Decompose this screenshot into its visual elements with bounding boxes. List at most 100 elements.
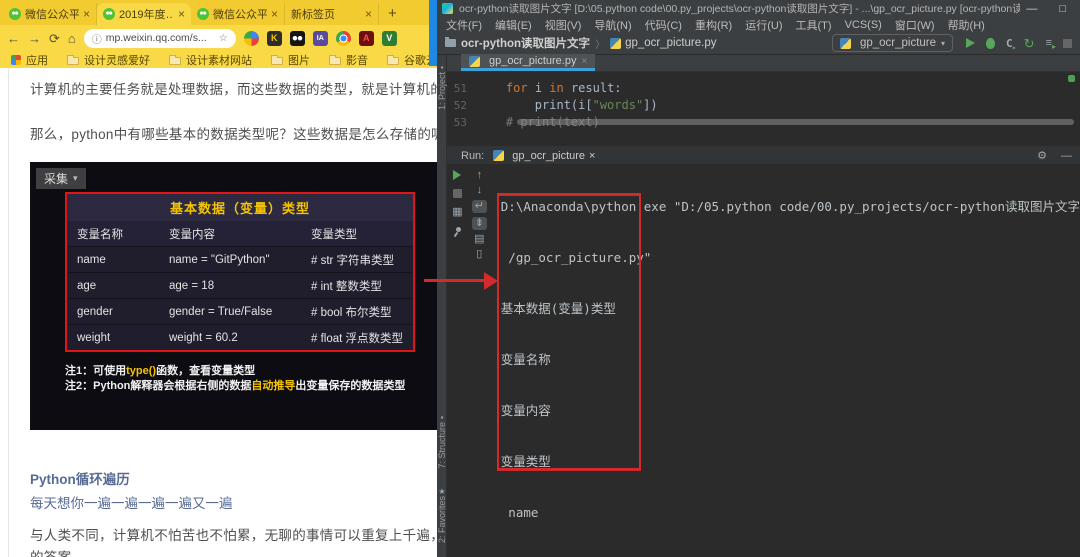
profiler-button[interactable]: ↻	[1024, 37, 1035, 50]
menu-refactor[interactable]: 重构(R)	[695, 17, 732, 33]
acrobat-extension-icon[interactable]: A	[358, 30, 374, 46]
tab-close-icon[interactable]: ×	[589, 150, 595, 162]
gear-icon[interactable]: ⚙	[1037, 149, 1047, 162]
code-editor[interactable]: 51 for i in result: 52 print(i["words"])…	[447, 72, 1080, 146]
address-bar[interactable]: ⓘ mp.weixin.qq.com/s... ☆	[83, 28, 236, 48]
run-button[interactable]	[966, 38, 976, 48]
menu-file[interactable]: 文件(F)	[446, 17, 482, 33]
back-icon[interactable]: ←	[7, 32, 20, 45]
article-link-title[interactable]: Python循环遍历	[30, 468, 130, 488]
run-header-controls: ⚙ —	[1037, 147, 1072, 164]
tool-button-label: 1: Project	[437, 72, 447, 111]
reload-icon[interactable]: ⟳	[49, 32, 60, 45]
annotation-red-arrow	[424, 279, 486, 282]
pycharm-logo-icon	[442, 3, 453, 14]
pin-tab-icon[interactable]	[452, 227, 462, 238]
article-image: 采集 ▾ 基本数据（变量）类型 变量名称 变量内容 变量类型 name name…	[30, 162, 437, 430]
structure-icon: ▪	[440, 413, 444, 422]
menu-view[interactable]: 视图(V)	[545, 17, 582, 33]
minimize-icon[interactable]: —	[1026, 3, 1037, 15]
menu-run[interactable]: 运行(U)	[745, 17, 782, 33]
menu-code[interactable]: 代码(C)	[645, 17, 682, 33]
menu-help[interactable]: 帮助(H)	[948, 17, 985, 33]
home-icon[interactable]: ⌂	[68, 32, 76, 45]
wechat-favicon	[103, 8, 115, 20]
article-link-subtitle[interactable]: 每天想你一遍一遍一遍一遍又一遍	[30, 492, 233, 512]
bookmark-folder-3[interactable]: 图片	[271, 52, 310, 68]
pycharm-menu-bar: 文件(F) 编辑(E) 视图(V) 导航(N) 代码(C) 重构(R) 运行(U…	[437, 17, 1080, 32]
panda-extension-icon[interactable]	[289, 30, 305, 46]
tab-close-icon[interactable]: ×	[178, 7, 185, 21]
pycharm-title-bar: ocr-python读取图片文字 [D:\05.python code\00.p…	[437, 0, 1080, 17]
stop-button[interactable]	[452, 189, 462, 198]
tool-button-favorites[interactable]: ★ 2: Favorites	[437, 487, 447, 543]
table-header-cell: 变量内容	[169, 228, 215, 241]
editor-tab-bar: gp_ocr_picture.py ×	[447, 54, 1080, 72]
tab-close-icon[interactable]: ×	[581, 56, 587, 67]
menu-navigate[interactable]: 导航(N)	[594, 17, 631, 33]
rerun-button[interactable]	[453, 170, 462, 180]
project-icon: ▪	[440, 63, 444, 72]
breadcrumb-folder-icon	[445, 37, 456, 47]
debug-button[interactable]	[986, 37, 996, 49]
tab-close-icon[interactable]: ×	[365, 7, 372, 21]
browser-tab-newtab[interactable]: 新标签页 ×	[285, 3, 379, 25]
browser-toolbar: ← → ⟳ ⌂ ⓘ mp.weixin.qq.com/s... ☆ K IA A…	[0, 25, 437, 51]
pinwheel-extension-icon[interactable]	[243, 30, 259, 46]
tab-label: 新标签页	[291, 9, 335, 21]
bookmark-apps[interactable]: 应用	[11, 52, 48, 68]
horizontal-scrollbar[interactable]	[517, 119, 1074, 125]
down-stack-trace-icon[interactable]: ↓	[477, 185, 483, 196]
page-edge-line	[8, 68, 9, 557]
run-with-options-button[interactable]: ≡	[1046, 37, 1057, 51]
breadcrumb-project[interactable]: ocr-python读取图片文字	[461, 35, 590, 51]
v-extension-icon[interactable]: V	[381, 30, 397, 46]
run-configuration-select[interactable]: gp_ocr_picture ▾	[831, 34, 954, 52]
browser-tab-active[interactable]: 2019年度… ×	[97, 3, 191, 25]
coverage-button[interactable]: C	[1006, 37, 1016, 52]
hide-icon[interactable]: —	[1061, 150, 1072, 162]
maximize-icon[interactable]: □	[1059, 3, 1066, 15]
scroll-to-end-icon[interactable]: ⇟	[471, 217, 487, 230]
menu-window[interactable]: 窗口(W)	[895, 17, 935, 33]
article-paragraph-2: 那么，python中有哪些基本的数据类型呢？这些数据是怎么存储的呢？	[30, 127, 437, 142]
folder-icon	[67, 54, 79, 65]
table-cell: # bool 布尔类型	[311, 306, 392, 319]
restore-layout-icon[interactable]: ▦	[452, 207, 462, 218]
tab-close-icon[interactable]: ×	[83, 7, 90, 21]
capture-button[interactable]: 采集 ▾	[36, 168, 86, 189]
tool-button-project[interactable]: ▪ 1: Project	[437, 63, 447, 110]
bookmark-folder-1[interactable]: 设计灵感爱好	[67, 52, 150, 68]
table-cell: weight = 60.2	[169, 331, 238, 344]
bookmark-folder-4[interactable]: 影音	[329, 52, 368, 68]
run-tab[interactable]: gp_ocr_picture ×	[493, 150, 595, 162]
tool-button-structure[interactable]: ▪ 7: Structure	[437, 413, 447, 469]
editor-tab-active[interactable]: gp_ocr_picture.py ×	[461, 54, 596, 71]
soft-wrap-icon[interactable]: ↵	[471, 200, 487, 213]
article-page: 计算机的主要任务就是处理数据，而这些数据的类型，就是计算机的语言类型， 那么，p…	[0, 68, 437, 557]
breadcrumb-file[interactable]: gp_ocr_picture.py	[625, 37, 716, 49]
clear-console-icon[interactable]: ▯	[476, 249, 482, 260]
print-icon[interactable]: ▤	[474, 234, 484, 245]
code-text: for i in result:	[505, 81, 622, 95]
window-controls: — □	[1026, 3, 1072, 15]
bookmark-star-icon[interactable]: ☆	[219, 33, 228, 44]
browser-tab-wechat-1[interactable]: 微信公众平台 ×	[3, 3, 97, 25]
menu-vcs[interactable]: VCS(S)	[845, 19, 882, 31]
url-text[interactable]: mp.weixin.qq.com/s...	[106, 32, 215, 44]
browser-tab-wechat-2[interactable]: 微信公众平台 ×	[191, 3, 285, 25]
menu-tools[interactable]: 工具(T)	[796, 17, 832, 33]
browser-window: 微信公众平台 × 2019年度… × 微信公众平台 × 新标签页 × + ← →…	[0, 0, 517, 557]
menu-edit[interactable]: 编辑(E)	[495, 17, 532, 33]
k-extension-icon[interactable]: K	[266, 30, 282, 46]
tab-close-icon[interactable]: ×	[271, 7, 278, 21]
image-note-1: 注1：可使用type()函数，查看变量类型	[65, 362, 255, 378]
ia-extension-icon[interactable]: IA	[312, 30, 328, 46]
new-tab-button[interactable]: +	[388, 5, 397, 22]
chrome-extension-icon[interactable]	[335, 30, 351, 46]
bookmark-folder-2[interactable]: 设计素材网站	[169, 52, 252, 68]
up-stack-trace-icon[interactable]: ↑	[477, 170, 483, 181]
site-info-icon[interactable]: ⓘ	[92, 31, 102, 46]
python-file-icon	[493, 150, 505, 161]
forward-icon[interactable]: →	[28, 32, 41, 45]
